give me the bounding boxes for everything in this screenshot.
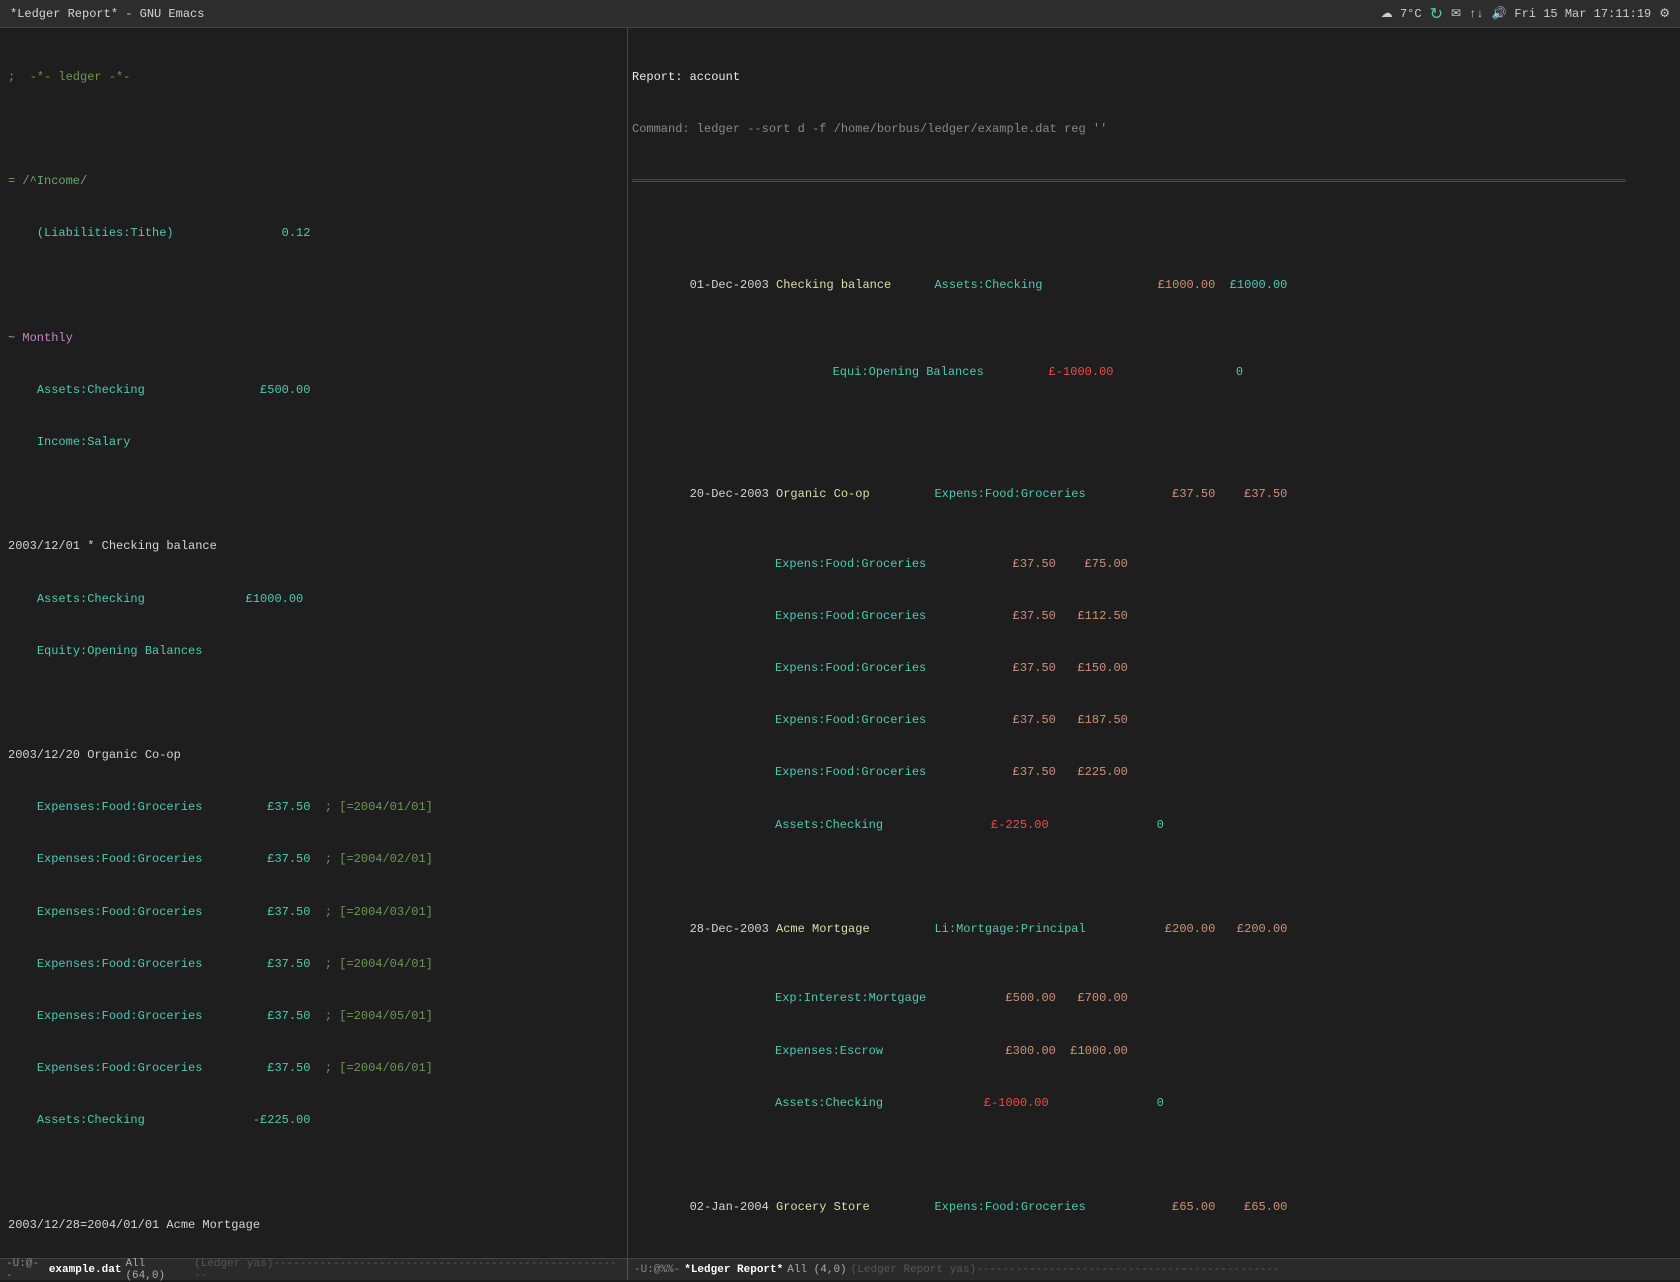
mail-icon: ✉ (1451, 6, 1461, 21)
rp-entry-2f: Expens:Food:Groceries £37.50 £225.00 (632, 764, 1672, 781)
separator-line: ════════════════════════════════════════… (632, 173, 1672, 190)
line-checking-500: Assets:Checking £500.00 (8, 382, 619, 399)
status-left-mode: -U:@-- (6, 1258, 45, 1282)
rp-entry-2c: Expens:Food:Groceries £37.50 £112.50 (632, 608, 1672, 625)
line-blank-4 (8, 695, 619, 712)
weather-display: ☁ 7°C (1381, 6, 1422, 21)
line-grocery-1: Expenses:Food:Groceries £37.50 ; [=2004/… (8, 799, 619, 816)
rp-entry-1b: Equi:Opening Balances £-1000.00 0 (632, 347, 1672, 399)
titlebar-right: ☁ 7°C ↻ ✉ ↑↓ 🔊 Fri 15 Mar 17:11:19 ⚙ (1381, 4, 1670, 24)
status-left-filename: example.dat (49, 1264, 122, 1276)
volume-icon: 🔊 (1491, 6, 1506, 21)
line-grocery-4: Expenses:Food:Groceries £37.50 ; [=2004/… (8, 956, 619, 973)
rp-entry-2b: Expens:Food:Groceries £37.50 £75.00 (632, 556, 1672, 573)
rp-entry-1: 01-Dec-2003 Checking balance Assets:Chec… (632, 260, 1672, 312)
status-right: -U:@%%- *Ledger Report* All (4,0) (Ledge… (628, 1264, 1680, 1276)
line-checking-neg225: Assets:Checking -£225.00 (8, 1112, 619, 1129)
left-code-area: ; -*- ledger -*- = /^Income/ (Liabilitie… (0, 32, 627, 1258)
line-date-1: 2003/12/01 * Checking balance (8, 538, 619, 555)
status-right-mode: -U:@%%- (634, 1264, 680, 1276)
line-checking-1000: Assets:Checking £1000.00 (8, 591, 619, 608)
rp-entry-3d: Assets:Checking £-1000.00 0 (632, 1095, 1672, 1112)
left-pane[interactable]: ; -*- ledger -*- = /^Income/ (Liabilitie… (0, 28, 628, 1258)
command-line: Command: ledger --sort d -f /home/borbus… (632, 121, 1672, 138)
rp-entry-3c: Expenses:Escrow £300.00 £1000.00 (632, 1043, 1672, 1060)
status-left-mode2: (Ledger yas)----------------------------… (194, 1258, 621, 1282)
status-right-filename: *Ledger Report* (684, 1264, 783, 1276)
line-grocery-2: Expenses:Food:Groceries £37.50 ; [=2004/… (8, 851, 619, 868)
rp-entry-2: 20-Dec-2003 Organic Co-op Expens:Food:Gr… (632, 469, 1672, 521)
status-right-mode2: (Ledger Report yas)---------------------… (851, 1264, 1280, 1276)
line-blank-3 (8, 486, 619, 503)
line-income-salary-1: Income:Salary (8, 434, 619, 451)
line-grocery-5: Expenses:Food:Groceries £37.50 ; [=2004/… (8, 1008, 619, 1025)
line-monthly: ~ Monthly (8, 330, 619, 347)
titlebar-title: *Ledger Report* - GNU Emacs (10, 7, 204, 21)
line-tithe: (Liabilities:Tithe) 0.12 (8, 225, 619, 242)
line-grocery-3: Expenses:Food:Groceries £37.50 ; [=2004/… (8, 904, 619, 921)
line-income-rule: = /^Income/ (8, 173, 619, 190)
network-icon: ↑↓ (1469, 7, 1483, 21)
status-left-info: All (64,0) (125, 1258, 190, 1282)
rp-entry-2g: Assets:Checking £-225.00 0 (632, 817, 1672, 834)
settings-icon[interactable]: ⚙ (1659, 6, 1670, 21)
status-left: -U:@-- example.dat All (64,0) (Ledger ya… (0, 1259, 628, 1280)
line-blank-1 (8, 121, 619, 138)
line-equity: Equity:Opening Balances (8, 643, 619, 660)
line-1: ; -*- ledger -*- (8, 69, 619, 86)
line-grocery-6: Expenses:Food:Groceries £37.50 ; [=2004/… (8, 1060, 619, 1077)
statusbar: -U:@-- example.dat All (64,0) (Ledger ya… (0, 1258, 1680, 1280)
main-content: ; -*- ledger -*- = /^Income/ (Liabilitie… (0, 28, 1680, 1258)
refresh-icon[interactable]: ↻ (1430, 4, 1443, 24)
right-code-area: Report: account Command: ledger --sort d… (628, 32, 1680, 1258)
rp-entry-2e: Expens:Food:Groceries £37.50 £187.50 (632, 712, 1672, 729)
titlebar: *Ledger Report* - GNU Emacs ☁ 7°C ↻ ✉ ↑↓… (0, 0, 1680, 28)
datetime-display: Fri 15 Mar 17:11:19 (1514, 7, 1651, 21)
report-label-line: Report: account (632, 69, 1672, 86)
line-blank-2 (8, 277, 619, 294)
rp-entry-3b: Exp:Interest:Mortgage £500.00 £700.00 (632, 990, 1672, 1007)
rp-entry-3: 28-Dec-2003 Acme Mortgage Li:Mortgage:Pr… (632, 904, 1672, 956)
line-date-2: 2003/12/20 Organic Co-op (8, 747, 619, 764)
line-blank-5 (8, 1164, 619, 1181)
rp-entry-2d: Expens:Food:Groceries £37.50 £150.00 (632, 660, 1672, 677)
right-pane[interactable]: Report: account Command: ledger --sort d… (628, 28, 1680, 1258)
line-date-3: 2003/12/28=2004/01/01 Acme Mortgage (8, 1217, 619, 1234)
rp-entry-4: 02-Jan-2004 Grocery Store Expens:Food:Gr… (632, 1182, 1672, 1234)
status-right-info: All (4,0) (787, 1264, 846, 1276)
